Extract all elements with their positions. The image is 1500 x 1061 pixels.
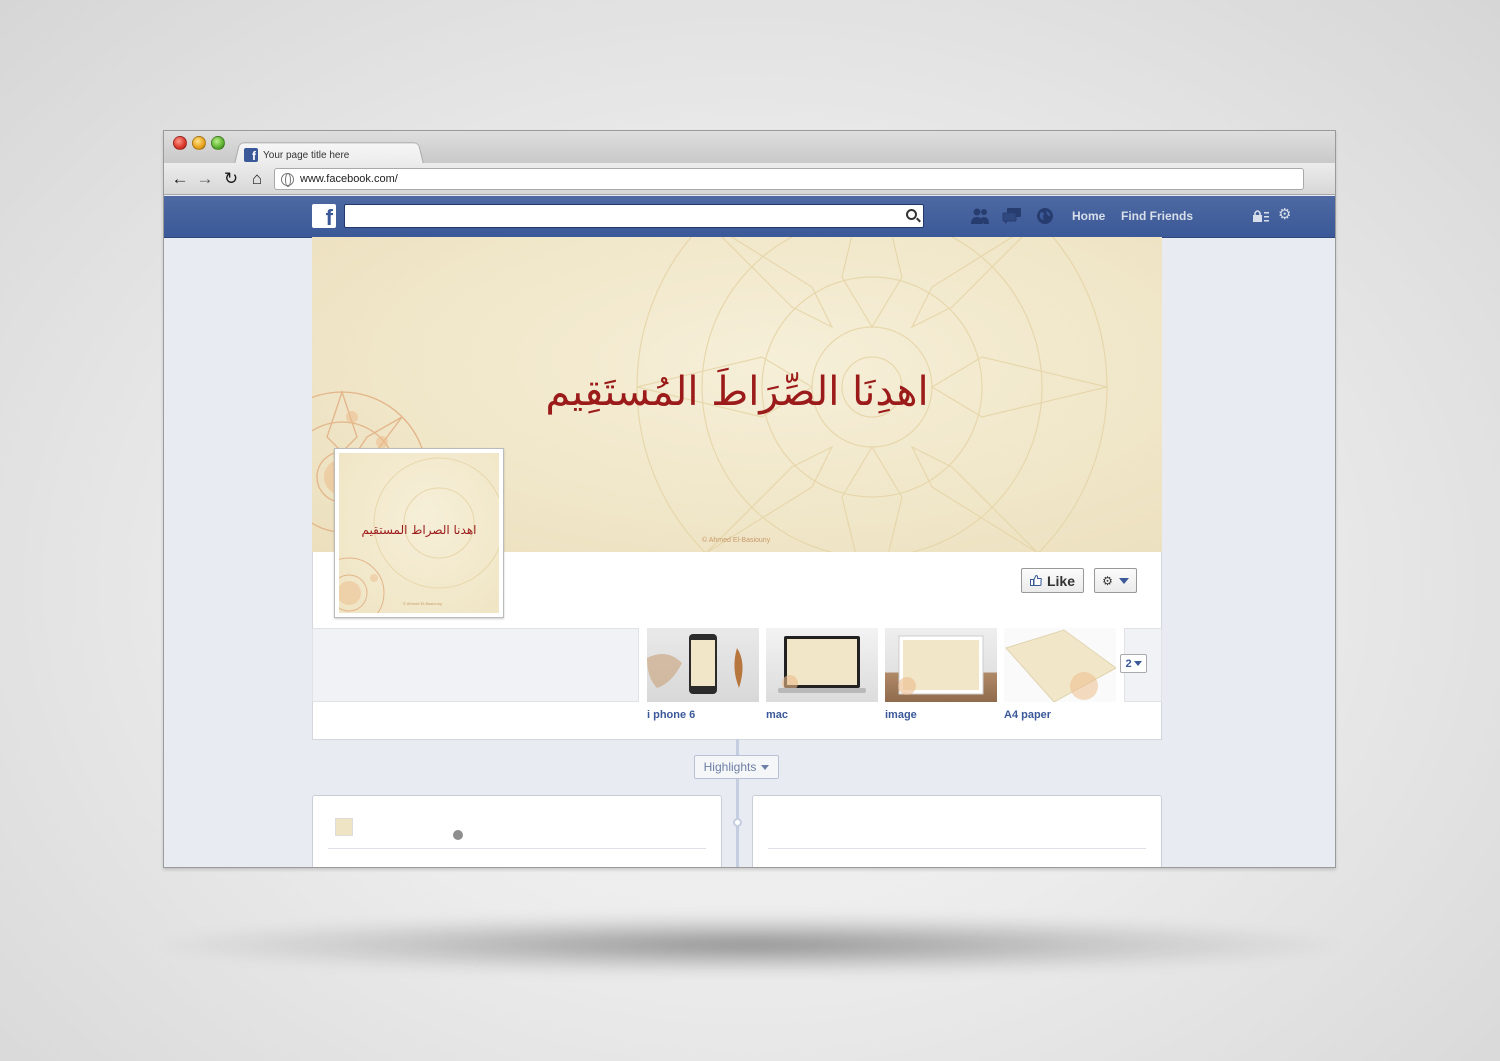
highlights-dropdown[interactable]: Highlights [694, 755, 779, 779]
image-thumbnail [885, 628, 997, 702]
tab-content[interactable]: f Your page title here [244, 146, 349, 164]
timeline-post-right[interactable] [752, 795, 1162, 867]
app-item[interactable]: i phone 6 [647, 628, 759, 721]
a4-paper-thumbnail [1004, 628, 1116, 702]
app-item[interactable]: image [885, 628, 997, 721]
page-options-button[interactable]: ⚙ [1094, 568, 1137, 593]
url-text[interactable]: www.facebook.com/ [300, 173, 398, 185]
about-box [312, 628, 639, 702]
a4-paper-mockup-image [1005, 629, 1116, 702]
avatar [335, 818, 353, 836]
profile-title: اهدنا الصراط المستقيم [361, 523, 477, 537]
floor-shadow [160, 915, 1340, 975]
profile-credit: © Ahmed El-Basiouny [403, 601, 442, 606]
mac-thumbnail [766, 628, 878, 702]
tab-title: Your page title here [263, 149, 350, 161]
public-globe-icon [453, 830, 463, 840]
more-count: 2 [1125, 657, 1132, 670]
app-item[interactable]: A4 paper [1004, 628, 1116, 721]
back-arrow-icon[interactable]: ← [170, 169, 190, 189]
framed-image-mockup [898, 635, 984, 695]
zoom-window-button[interactable] [211, 136, 225, 150]
timeline-dot [733, 818, 742, 827]
forward-arrow-icon[interactable]: → [195, 169, 215, 189]
facebook-search-input[interactable] [344, 204, 924, 228]
profile-picture-image: اهدنا الصراط المستقيم © Ahmed El-Basioun… [339, 453, 499, 613]
messages-icon[interactable] [1002, 207, 1022, 225]
app-label[interactable]: mac [766, 709, 878, 721]
iphone-mockup-image [647, 634, 743, 694]
timeline-post-left[interactable] [312, 795, 722, 867]
browser-window: f Your page title here ← → ↻ ⌂ www.faceb… [163, 130, 1336, 868]
close-window-button[interactable] [173, 136, 187, 150]
cover-credit: © Ahmed El-Basiouny [702, 537, 771, 544]
app-item[interactable]: mac [766, 628, 878, 721]
iphone-thumbnail [647, 628, 759, 702]
chevron-down-icon [1118, 577, 1129, 584]
like-button[interactable]: Like [1021, 568, 1084, 593]
post-divider [768, 848, 1146, 849]
friend-requests-icon[interactable] [970, 207, 990, 225]
notifications-globe-icon[interactable] [1035, 207, 1055, 225]
mac-mockup-image [778, 636, 866, 693]
settings-gear-icon[interactable]: ⚙ [1278, 207, 1292, 222]
reload-icon[interactable]: ↻ [221, 169, 241, 189]
tab-strip: f Your page title here [164, 131, 1335, 164]
home-icon[interactable]: ⌂ [247, 169, 267, 189]
search-icon[interactable] [906, 209, 917, 220]
facebook-logo-icon[interactable]: f [312, 204, 336, 229]
highlights-label: Highlights [703, 760, 757, 774]
app-label[interactable]: image [885, 709, 997, 721]
browser-toolbar: ← → ↻ ⌂ www.facebook.com/ [164, 163, 1335, 195]
app-label[interactable]: i phone 6 [647, 709, 759, 721]
minimize-window-button[interactable] [192, 136, 206, 150]
like-label: Like [1046, 572, 1075, 589]
profile-picture[interactable]: اهدنا الصراط المستقيم © Ahmed El-Basioun… [334, 448, 504, 618]
facebook-top-bar: f Home Find Friends ⚙ [164, 196, 1335, 238]
gear-icon: ⚙ [1102, 573, 1113, 588]
globe-icon [281, 172, 294, 187]
cover-title: اهدِنَا الصِّرَاطَ المُستَقِيم [545, 369, 929, 415]
facebook-favicon-icon: f [244, 148, 258, 162]
thumbs-up-icon [1029, 575, 1042, 586]
privacy-lock-icon[interactable] [1252, 209, 1270, 223]
chevron-down-icon [1133, 661, 1142, 666]
chevron-down-icon [761, 764, 770, 770]
app-label[interactable]: A4 paper [1004, 709, 1116, 721]
more-apps-button[interactable]: 2 [1120, 654, 1147, 673]
address-bar[interactable]: www.facebook.com/ [274, 168, 1304, 190]
post-divider [328, 848, 706, 849]
nav-find-friends-link[interactable]: Find Friends [1121, 209, 1193, 223]
nav-home-link[interactable]: Home [1072, 209, 1105, 223]
